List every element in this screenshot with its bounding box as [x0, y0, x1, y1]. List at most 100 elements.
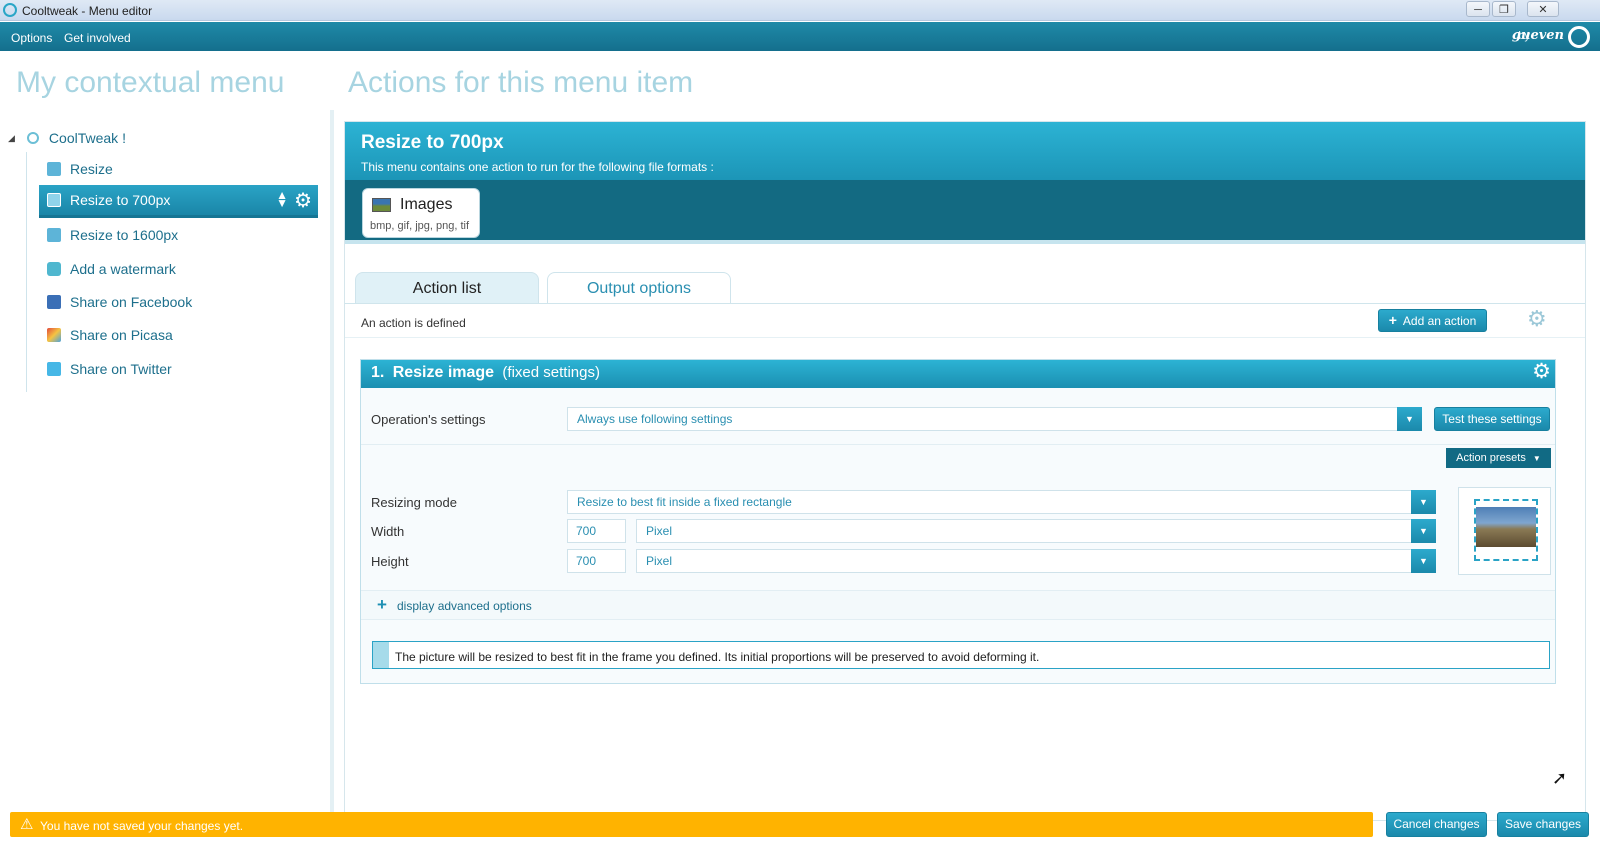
resizing-mode-label: Resizing mode [371, 495, 457, 510]
maximize-button[interactable]: ❐ [1492, 1, 1516, 17]
action-header: 1. Resize image (fixed settings) ⚙ [361, 360, 1555, 388]
plus-icon: + [377, 595, 387, 614]
action-status: An action is defined [361, 316, 466, 330]
info-text: The picture will be resized to best fit … [395, 650, 1040, 664]
warning-text: You have not saved your changes yet. [40, 819, 244, 833]
action-suffix: (fixed settings) [502, 364, 600, 381]
height-unit-value: Pixel [646, 554, 673, 568]
tree-item-label: Share on Facebook [70, 294, 193, 310]
gear-icon[interactable]: ⚙ [1527, 306, 1547, 332]
action-name: Resize image [392, 364, 495, 381]
chevron-down-icon: ▼ [1397, 407, 1422, 431]
caret-down-icon: ▼ [1532, 454, 1541, 463]
test-settings-button[interactable]: Test these settings [1434, 407, 1550, 431]
info-accent [373, 642, 389, 668]
tab-output-options[interactable]: Output options [547, 272, 731, 304]
cancel-changes-button[interactable]: Cancel changes [1386, 812, 1487, 837]
warning-icon: ⚠ [20, 816, 34, 833]
tree-item-resize-700[interactable]: Resize to 700px ▲ ▼ ⚙ [39, 185, 318, 218]
gear-icon[interactable]: ⚙ [1532, 359, 1551, 384]
add-action-button[interactable]: + Add an action [1378, 309, 1487, 332]
menu-options[interactable]: Options [11, 31, 52, 45]
format-header: Resize to 700px This menu contains one a… [345, 122, 1585, 180]
width-unit-select[interactable]: Pixel ▼ [636, 519, 1436, 543]
resize-preview [1458, 487, 1551, 575]
tree-item-resize[interactable]: Resize [39, 154, 318, 184]
unsaved-warning: ⚠ You have not saved your changes yet. [10, 812, 1373, 837]
picasa-icon [47, 328, 61, 342]
app-logo-icon [3, 3, 17, 17]
action-number: 1. [371, 364, 385, 381]
tree-connector [26, 152, 27, 392]
minimize-button[interactable]: ─ [1466, 1, 1490, 17]
section-divider [361, 444, 1555, 445]
format-title: Resize to 700px [361, 132, 504, 153]
format-card-images[interactable]: Images bmp, gif, jpg, png, tif [362, 188, 480, 238]
width-label: Width [371, 524, 405, 539]
tree-item-resize-1600[interactable]: Resize to 1600px [39, 220, 318, 250]
operation-settings-select[interactable]: Always use following settings ▼ [567, 407, 1422, 431]
tree-item-label: Share on Picasa [70, 327, 173, 343]
tree-item-label: Share on Twitter [70, 361, 172, 377]
window-title: Cooltweak - Menu editor [22, 4, 153, 18]
chevron-down-icon: ▼ [1411, 549, 1436, 573]
tree-item-label: Resize [70, 161, 113, 177]
resize-icon [47, 193, 61, 207]
brand-name[interactable]: gueven [1512, 28, 1564, 43]
action-presets-button[interactable]: Action presets ▼ [1446, 448, 1551, 468]
right-heading: Actions for this menu item [348, 66, 694, 99]
tree-item-picasa[interactable]: Share on Picasa [39, 320, 318, 350]
tree-item-twitter[interactable]: Share on Twitter [39, 354, 318, 384]
reorder-icon[interactable]: ▲ ▼ [276, 189, 288, 209]
info-box: The picture will be resized to best fit … [372, 641, 1550, 669]
watermark-icon [47, 262, 61, 276]
mouse-cursor-icon: ➚ [1552, 768, 1568, 788]
width-input[interactable]: 700 [567, 519, 626, 543]
resize-icon [47, 162, 61, 176]
tree-item-label: Resize to 1600px [70, 227, 179, 243]
tab-action-list[interactable]: Action list [355, 272, 539, 304]
add-action-label: Add an action [1402, 314, 1477, 328]
save-changes-button[interactable]: Save changes [1497, 812, 1589, 837]
panel-divider[interactable] [330, 110, 334, 822]
action-card: 1. Resize image (fixed settings) ⚙ Opera… [360, 359, 1556, 684]
tree-root[interactable]: ◢ CoolTweak ! [8, 130, 126, 146]
image-icon [372, 198, 391, 212]
tree-root-label: CoolTweak ! [48, 130, 126, 146]
advanced-options-label: display advanced options [397, 599, 532, 613]
tree-item-label: Add a watermark [70, 261, 176, 277]
landscape-thumbnail [1476, 507, 1536, 547]
format-list: Images bmp, gif, jpg, png, tif [345, 180, 1585, 244]
operation-settings-value: Always use following settings [577, 412, 733, 426]
close-button[interactable]: ✕ [1527, 1, 1559, 17]
action-title: 1. Resize image (fixed settings) [371, 364, 600, 382]
actions-panel: Resize to 700px This menu contains one a… [344, 121, 1586, 821]
tree-item-watermark[interactable]: Add a watermark [39, 254, 318, 284]
chevron-down-icon: ▼ [1411, 490, 1436, 514]
tree-item-label: Resize to 700px [70, 192, 171, 208]
menu-bar: Options Get involved by gueven [0, 22, 1600, 51]
format-card-extensions: bmp, gif, jpg, png, tif [370, 220, 470, 232]
window-titlebar: Cooltweak - Menu editor ─ ❐ ✕ [0, 0, 1600, 21]
resizing-mode-select[interactable]: Resize to best fit inside a fixed rectan… [567, 490, 1436, 514]
brand-logo-icon[interactable] [1568, 26, 1590, 48]
chevron-down-icon: ▼ [1411, 519, 1436, 543]
height-unit-select[interactable]: Pixel ▼ [636, 549, 1436, 573]
gear-icon[interactable]: ⚙ [294, 188, 312, 213]
menu-get-involved[interactable]: Get involved [64, 31, 131, 45]
height-label: Height [371, 554, 409, 569]
format-subtitle: This menu contains one action to run for… [361, 160, 714, 174]
tree-item-facebook[interactable]: Share on Facebook [39, 287, 318, 317]
resizing-mode-value: Resize to best fit inside a fixed rectan… [577, 495, 792, 509]
left-heading: My contextual menu [16, 66, 285, 99]
action-list-toolbar: An action is defined + Add an action ⚙ [345, 303, 1585, 338]
height-input[interactable]: 700 [567, 549, 626, 573]
plus-icon: + [1388, 312, 1397, 328]
twitter-icon [47, 362, 61, 376]
advanced-options-toggle[interactable]: + display advanced options [361, 590, 1555, 620]
resize-icon [47, 228, 61, 242]
facebook-icon [47, 295, 61, 309]
width-unit-value: Pixel [646, 524, 673, 538]
operation-settings-label: Operation's settings [371, 412, 486, 427]
expand-triangle-icon[interactable]: ◢ [8, 133, 15, 144]
